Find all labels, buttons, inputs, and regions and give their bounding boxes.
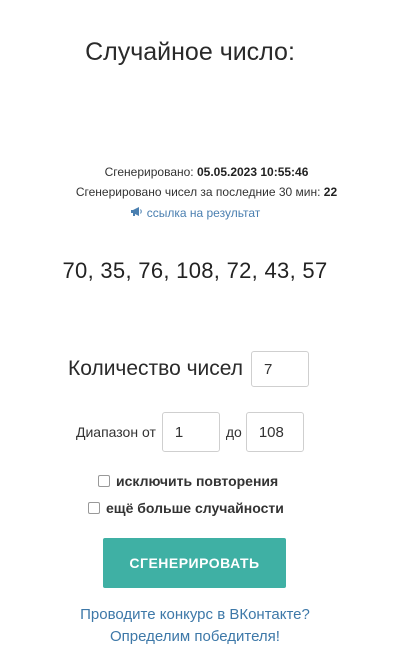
megaphone-icon bbox=[130, 206, 143, 220]
count-row: Количество чисел 7 bbox=[68, 350, 310, 388]
generate-button[interactable]: СГЕНЕРИРОВАТЬ bbox=[103, 538, 286, 588]
promo-link-line1[interactable]: Проводите конкурс в ВКонтакте? bbox=[0, 606, 390, 623]
exclude-repeats-label: исключить повторения bbox=[116, 473, 279, 489]
count-label: Количество чисел bbox=[68, 357, 244, 380]
exclude-repeats-option[interactable]: исключить повторения bbox=[98, 473, 278, 489]
exclude-repeats-checkbox[interactable] bbox=[98, 475, 110, 487]
range-to-input[interactable]: 108 bbox=[245, 412, 304, 452]
count-input[interactable]: 7 bbox=[251, 351, 310, 387]
generated-value: 05.05.2023 10:55:46 bbox=[196, 165, 309, 179]
generated-label: Сгенерировано: bbox=[104, 165, 194, 179]
random-result: 70, 35, 76, 108, 72, 43, 57 bbox=[62, 258, 328, 283]
generated-count: Сгенерировано чисел за последние 30 мин:… bbox=[0, 185, 413, 199]
range-from-input[interactable]: 1 bbox=[161, 412, 220, 452]
more-random-option[interactable]: ещё больше случайности bbox=[88, 500, 284, 516]
page-title: Случайное число: bbox=[85, 38, 295, 66]
result-link[interactable]: ссылка на результат bbox=[0, 206, 390, 220]
range-to-label: до bbox=[225, 424, 242, 440]
range-label: Диапазон от bbox=[76, 424, 156, 440]
more-random-label: ещё больше случайности bbox=[106, 500, 284, 516]
promo-link-line2[interactable]: Определим победителя! bbox=[0, 628, 390, 645]
result-link-text[interactable]: ссылка на результат bbox=[147, 206, 261, 220]
range-row: Диапазон от 1 до 108 bbox=[76, 412, 304, 452]
more-random-checkbox[interactable] bbox=[88, 502, 100, 514]
generated-count-value: 22 bbox=[323, 185, 338, 199]
generated-count-label: Сгенерировано чисел за последние 30 мин: bbox=[75, 185, 321, 199]
generated-timestamp: Сгенерировано: 05.05.2023 10:55:46 bbox=[0, 165, 413, 179]
